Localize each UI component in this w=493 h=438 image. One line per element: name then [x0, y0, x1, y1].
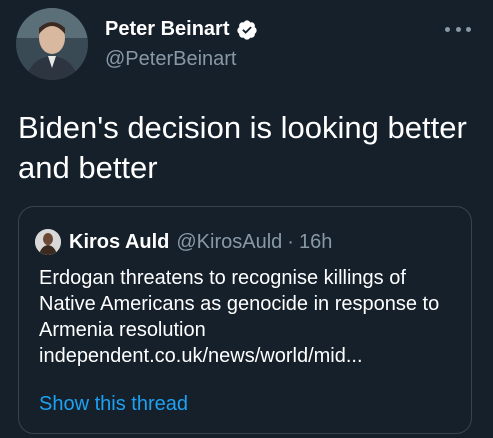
- tweet-text: Biden's decision is looking better and b…: [18, 110, 467, 185]
- dot-icon: [455, 26, 461, 32]
- author-avatar[interactable]: [16, 8, 88, 80]
- verified-badge-icon: [236, 19, 257, 40]
- profile-photo-icon: [35, 229, 61, 255]
- quoted-text-body: Erdogan threatens to recognise killings …: [39, 267, 440, 341]
- dot-icon: [445, 26, 450, 32]
- profile-photo-icon: [16, 8, 88, 80]
- author-names: Peter Beinart @PeterBeinart: [105, 18, 258, 71]
- more-options-icon[interactable]: [445, 22, 471, 36]
- separator-dot: ·: [287, 230, 294, 253]
- quoted-author-name[interactable]: Kiros Auld: [69, 231, 169, 254]
- dot-icon: [466, 26, 471, 32]
- tweet-header: Peter Beinart @PeterBeinart: [16, 8, 481, 80]
- quoted-author-handle[interactable]: @KirosAuld: [176, 231, 282, 254]
- name-row: Peter Beinart: [105, 18, 258, 41]
- quoted-author-avatar[interactable]: [35, 229, 61, 255]
- quoted-link[interactable]: independent.co.uk/news/world/mid...: [39, 343, 459, 369]
- quoted-tweet[interactable]: Kiros Auld @KirosAuld · 16h Erdogan thre…: [18, 206, 472, 434]
- quoted-tweet-header: Kiros Auld @KirosAuld · 16h: [35, 227, 461, 257]
- show-thread-link[interactable]: Show this thread: [39, 393, 188, 416]
- quoted-tweet-text: Erdogan threatens to recognise killings …: [39, 265, 459, 369]
- quoted-timestamp[interactable]: 16h: [299, 231, 332, 254]
- author-handle[interactable]: @PeterBeinart: [105, 48, 258, 71]
- tweet: Peter Beinart @PeterBeinart Biden's deci…: [0, 0, 493, 438]
- author-display-name[interactable]: Peter Beinart: [105, 18, 230, 41]
